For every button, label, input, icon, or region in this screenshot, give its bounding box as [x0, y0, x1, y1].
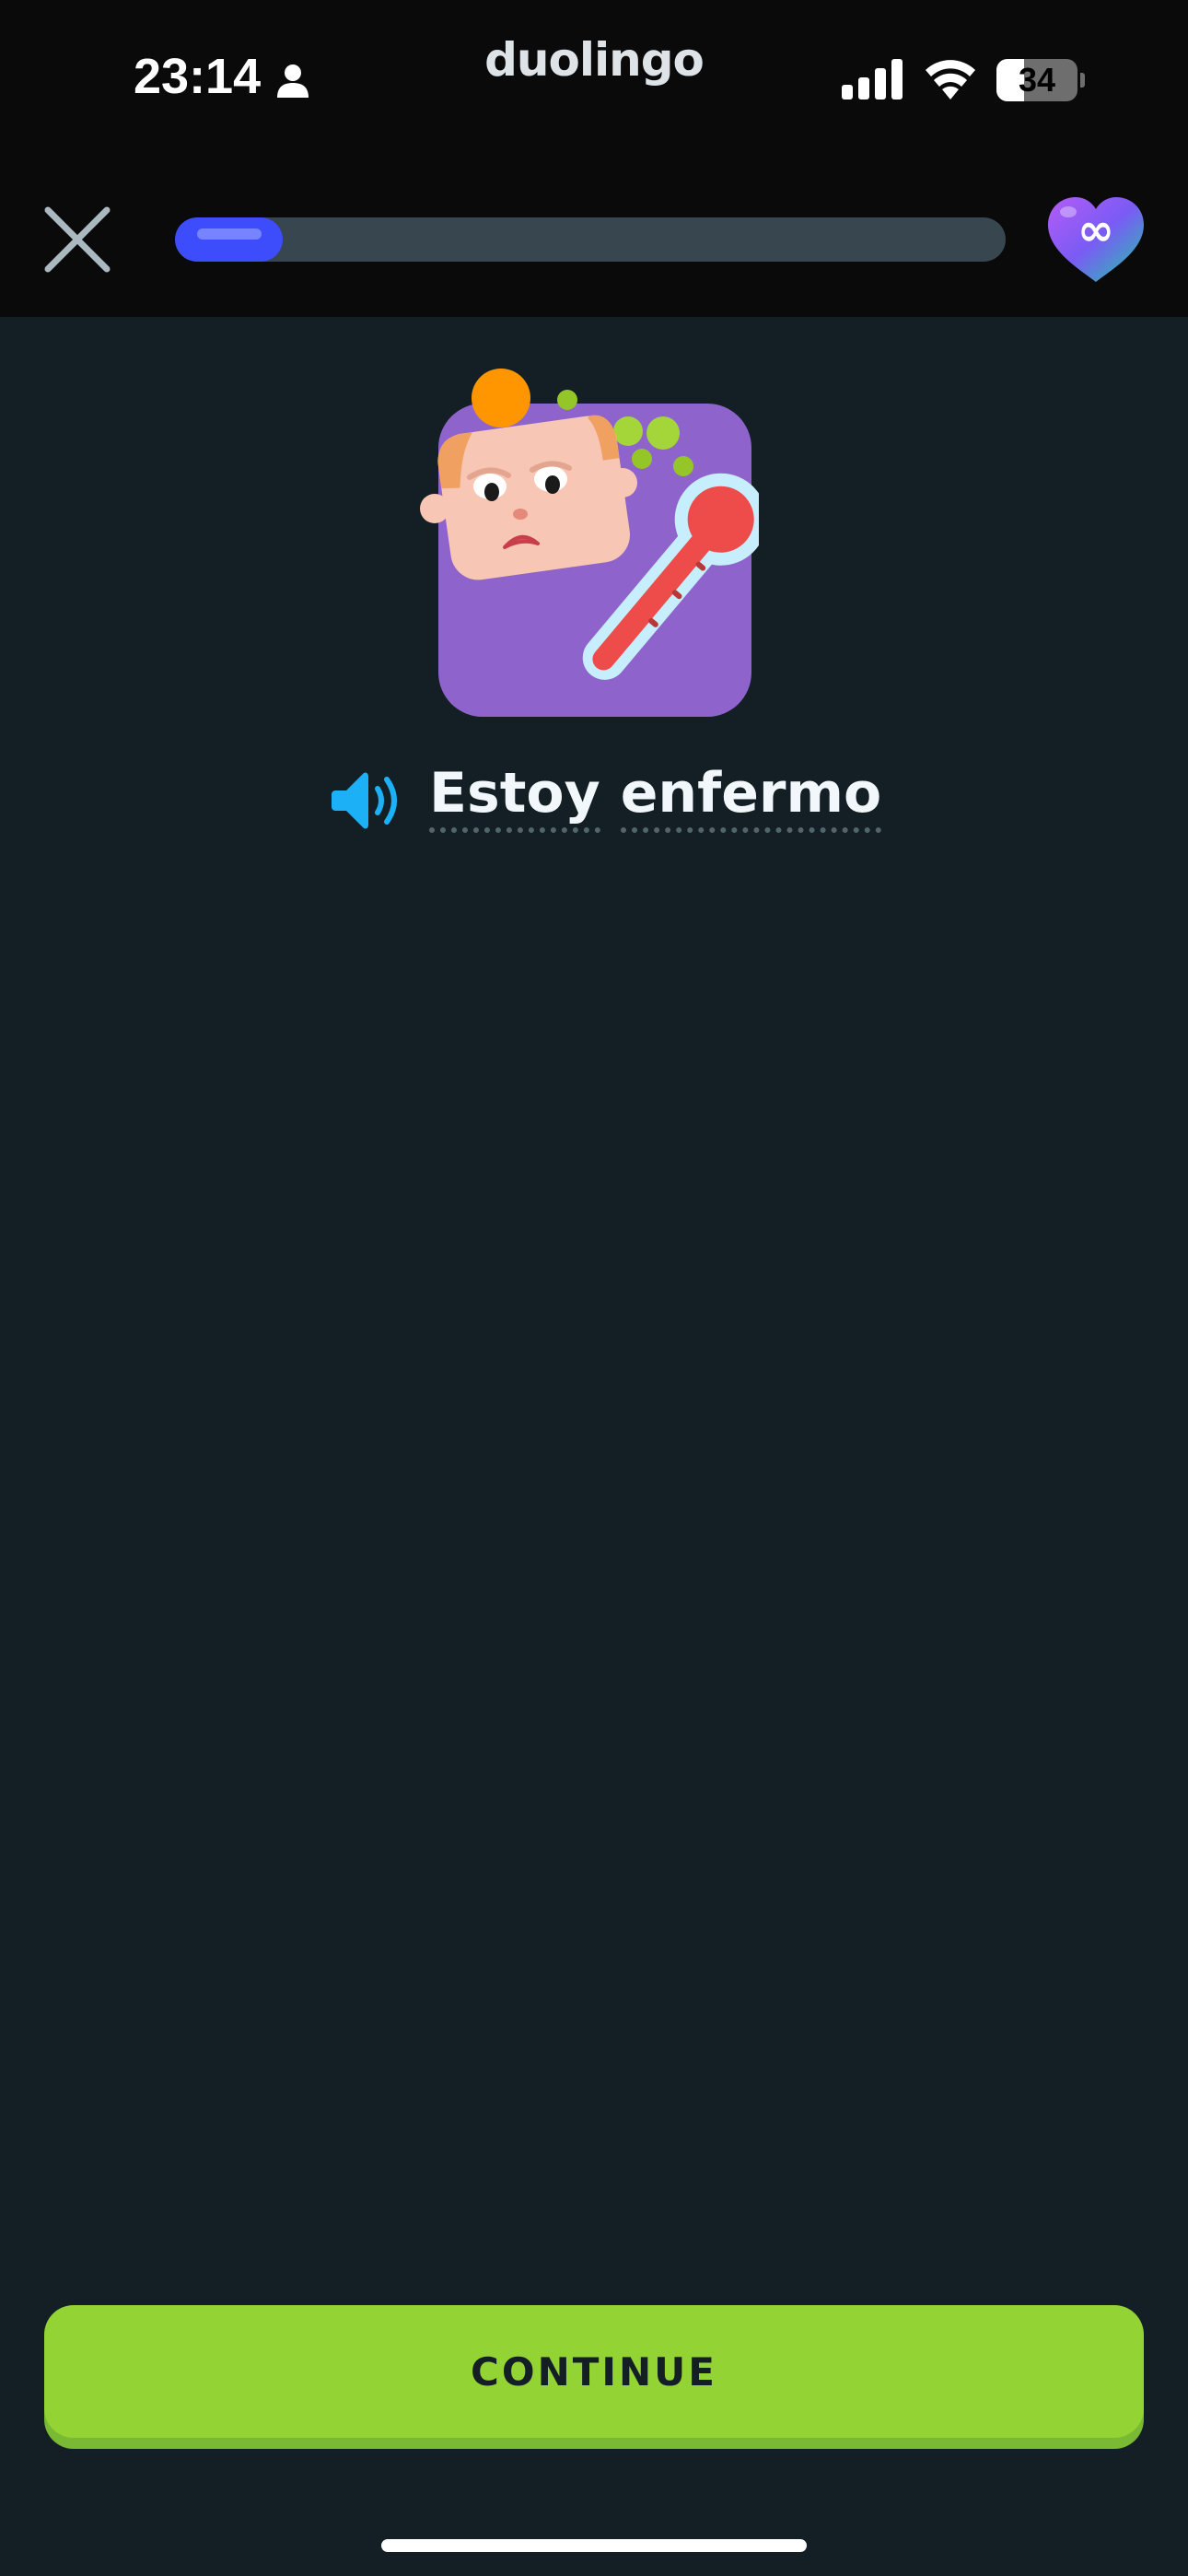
sick-character-illustration: [420, 369, 759, 717]
continue-button[interactable]: CONTINUE: [44, 2305, 1144, 2438]
wifi-icon: [926, 60, 975, 100]
battery-level-text: 34: [1018, 61, 1056, 99]
speaker-icon[interactable]: [332, 768, 403, 833]
hearts-count: ∞: [1077, 205, 1114, 256]
phrase-word-1[interactable]: Estoy: [429, 761, 600, 833]
close-icon[interactable]: [39, 201, 116, 278]
home-indicator: [381, 2539, 807, 2552]
phrase-word-2[interactable]: enfermo: [620, 761, 882, 833]
continue-button-label: CONTINUE: [471, 2348, 717, 2395]
lesson-progress-bar: [175, 217, 1006, 262]
lesson-progress-fill: [175, 217, 284, 262]
prompt-phrase: Estoy enfermo: [429, 761, 882, 833]
status-bar: 23:14 duolingo 34: [0, 0, 1188, 158]
infinity-heart-icon[interactable]: ∞: [1042, 193, 1149, 286]
cellular-signal-icon: [842, 59, 903, 100]
battery-icon: 34: [996, 59, 1085, 101]
